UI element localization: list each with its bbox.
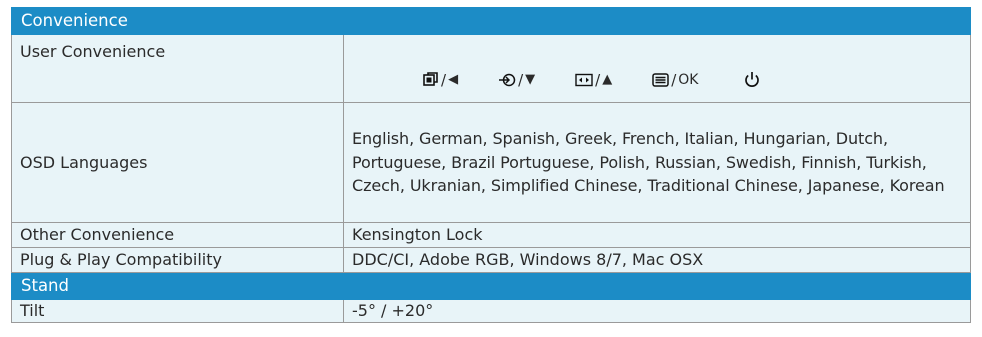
table-row-osd-languages: OSD Languages English, German, Spanish, …	[11, 102, 971, 223]
smartimage-key: / ◀	[423, 69, 458, 91]
down-arrow-icon: ▼	[525, 71, 536, 87]
row-value: English, German, Spanish, Greek, French,…	[343, 102, 971, 223]
input-icon	[499, 73, 516, 86]
row-label: User Convenience	[11, 34, 344, 103]
spec-page: Convenience User Convenience / ◀ / ▼ / ▲…	[0, 0, 982, 337]
menu-icon	[652, 72, 669, 87]
up-arrow-icon: ▲	[602, 71, 613, 87]
ok-label: OK	[678, 71, 699, 88]
row-value: Kensington Lock	[343, 222, 971, 248]
input-key: / ▼	[498, 69, 535, 91]
key-separator: /	[595, 70, 601, 89]
key-separator: /	[441, 70, 447, 89]
section-title: Stand	[11, 272, 971, 300]
row-label: Tilt	[11, 299, 344, 323]
section-header-stand: Stand	[11, 272, 971, 300]
format-key: / ▲	[575, 69, 612, 91]
table-row-user-convenience: User Convenience / ◀ / ▼ / ▲ / OK	[11, 34, 971, 103]
row-value-keys: / ◀ / ▼ / ▲ / OK	[343, 34, 971, 103]
table-row-tilt: Tilt -5° / +20°	[11, 299, 971, 323]
row-label: Other Convenience	[11, 222, 344, 248]
key-separator: /	[518, 70, 524, 89]
control-key-list: / ◀ / ▼ / ▲ / OK	[352, 47, 962, 91]
table-row-other-convenience: Other Convenience Kensington Lock	[11, 222, 971, 248]
row-value: DDC/CI, Adobe RGB, Windows 8/7, Mac OSX	[343, 247, 971, 273]
power-icon	[745, 72, 760, 87]
section-header-convenience: Convenience	[11, 7, 971, 35]
section-title: Convenience	[11, 7, 971, 35]
row-label: OSD Languages	[11, 102, 344, 223]
spec-table: Convenience User Convenience / ◀ / ▼ / ▲…	[11, 7, 971, 323]
left-arrow-icon: ◀	[448, 71, 459, 87]
key-separator: /	[671, 70, 677, 89]
format-icon	[575, 73, 593, 86]
power-key	[744, 71, 760, 88]
row-label: Plug & Play Compatibility	[11, 247, 344, 273]
menu-key: / OK	[652, 69, 698, 91]
row-value: -5° / +20°	[343, 299, 971, 323]
smartimage-icon	[423, 72, 438, 86]
table-row-plug-play: Plug & Play Compatibility DDC/CI, Adobe …	[11, 247, 971, 273]
